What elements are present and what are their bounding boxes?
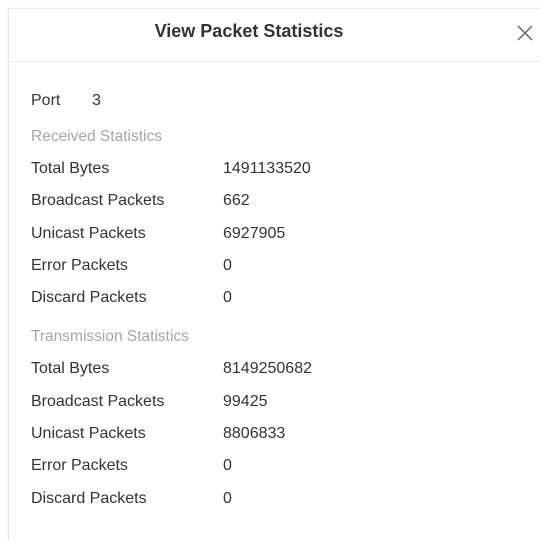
stat-value: 0 xyxy=(223,256,232,274)
transmission-row-total-bytes: Total Bytes 8149250682 xyxy=(31,358,541,390)
port-value: 3 xyxy=(92,92,101,109)
stat-value: 1491133520 xyxy=(223,160,311,177)
port-row: Port 3 xyxy=(31,92,541,126)
stat-value: 662 xyxy=(223,192,250,210)
received-row-discard-packets: Discard Packets 0 xyxy=(31,287,541,319)
dialog-header: View Packet Statistics xyxy=(9,9,541,62)
stat-label: Error Packets xyxy=(31,256,128,274)
stat-value: 99425 xyxy=(223,392,268,410)
received-row-broadcast-packets: Broadcast Packets 662 xyxy=(31,190,541,222)
stat-label: Discard Packets xyxy=(31,489,147,507)
dialog-body: Port 3 Received Statistics Total Bytes 1… xyxy=(31,92,541,520)
received-row-unicast-packets: Unicast Packets 6927905 xyxy=(31,223,541,255)
stat-label: Broadcast Packets xyxy=(31,392,165,410)
stat-value: 6927905 xyxy=(223,224,286,242)
stat-label: Unicast Packets xyxy=(31,425,146,443)
stat-value: 0 xyxy=(223,489,232,507)
transmission-row-unicast-packets: Unicast Packets 8806833 xyxy=(31,423,541,455)
transmission-row-discard-packets: Discard Packets 0 xyxy=(31,488,541,520)
received-section-title: Received Statistics xyxy=(31,128,162,145)
stat-label: Discard Packets xyxy=(31,289,147,307)
dialog-title: View Packet Statistics xyxy=(154,21,344,41)
close-icon xyxy=(517,25,533,41)
transmission-row-error-packets: Error Packets 0 xyxy=(31,455,541,487)
stat-value: 8806833 xyxy=(223,425,286,443)
transmission-row-broadcast-packets: Broadcast Packets 99425 xyxy=(31,391,541,423)
stat-label: Unicast Packets xyxy=(31,224,146,242)
transmission-section-title: Transmission Statistics xyxy=(31,328,189,346)
received-row-total-bytes: Total Bytes 1491133520 xyxy=(31,158,541,190)
stat-value: 0 xyxy=(223,457,232,475)
stat-label: Total Bytes xyxy=(31,160,110,177)
close-button[interactable] xyxy=(513,21,537,45)
stat-label: Error Packets xyxy=(31,457,128,475)
stat-label: Total Bytes xyxy=(31,360,110,378)
stat-value: 0 xyxy=(223,289,232,307)
stat-label: Broadcast Packets xyxy=(31,192,165,210)
received-row-error-packets: Error Packets 0 xyxy=(31,255,541,287)
stat-value: 8149250682 xyxy=(223,360,312,378)
port-label: Port xyxy=(31,92,61,109)
